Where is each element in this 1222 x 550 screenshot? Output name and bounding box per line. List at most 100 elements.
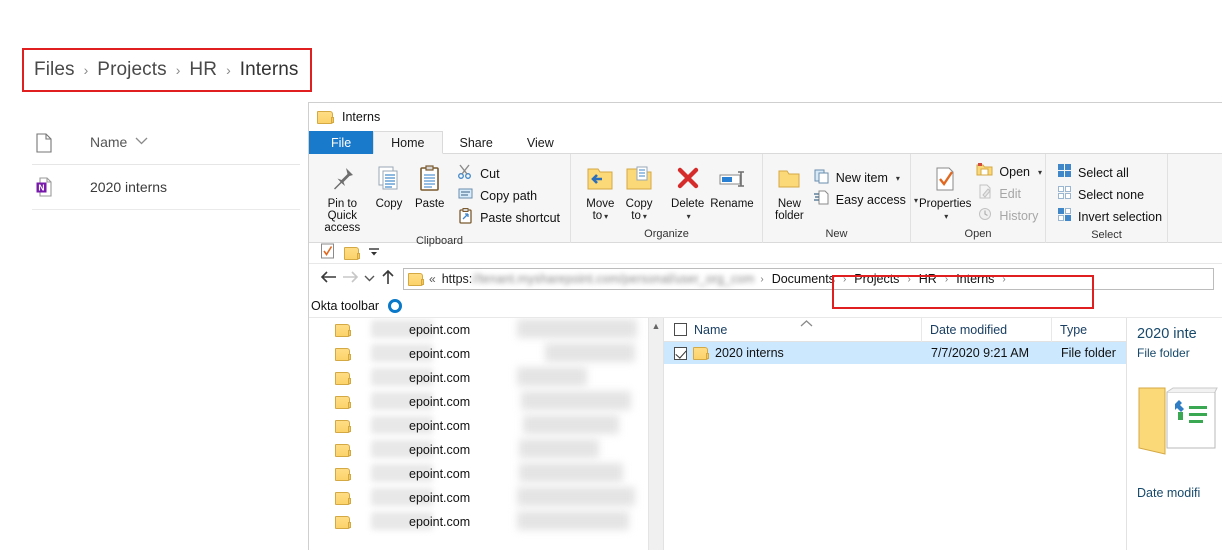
blurred-text <box>523 415 619 434</box>
copy-to-button[interactable]: Copy to ▾ <box>620 160 659 223</box>
recent-locations-button[interactable] <box>361 274 377 285</box>
sharepoint-list-header: Name <box>32 120 300 165</box>
folder-icon <box>335 371 351 385</box>
sharepoint-list-item[interactable]: N 2020 interns <box>32 165 300 210</box>
breadcrumb-item-interns[interactable]: Interns <box>240 59 299 81</box>
address-bar-row: « https: //tenant.mysharepoint.com/perso… <box>309 264 1222 294</box>
new-folder-icon[interactable] <box>344 246 360 260</box>
address-bar[interactable]: « https: //tenant.mysharepoint.com/perso… <box>403 268 1214 290</box>
up-button[interactable] <box>377 269 399 290</box>
breadcrumb-separator: › <box>226 62 231 78</box>
select-all-button[interactable]: Select all <box>1054 162 1165 184</box>
invert-selection-button[interactable]: Invert selection <box>1054 206 1165 228</box>
nav-item-label: epoint.com <box>409 347 471 361</box>
tab-file[interactable]: File <box>309 131 374 154</box>
nav-item[interactable]: epoint.com <box>309 318 663 342</box>
copy-button[interactable]: Copy <box>369 160 410 210</box>
table-row[interactable]: 2020 interns 7/7/2020 9:21 AM File folde… <box>664 342 1126 364</box>
move-to-button[interactable]: Move to ▾ <box>581 160 620 223</box>
nav-item[interactable]: epoint.com <box>309 342 663 366</box>
ribbon-tabstrip: File Home Share View <box>309 131 1222 154</box>
breadcrumb-item-hr[interactable]: HR <box>189 59 217 81</box>
copy-to-icon <box>624 162 654 196</box>
okta-circle-icon[interactable] <box>388 298 403 313</box>
address-crumb-interns[interactable]: Interns <box>954 272 996 286</box>
tab-share[interactable]: Share <box>443 131 510 154</box>
paste-label: Paste <box>415 198 445 210</box>
select-none-icon <box>1057 185 1072 205</box>
chevron-down-icon[interactable]: ▾ <box>944 212 948 221</box>
tab-view[interactable]: View <box>510 131 571 154</box>
nav-item[interactable]: epoint.com <box>309 438 663 462</box>
folder-icon <box>335 515 351 529</box>
nav-item[interactable]: epoint.com <box>309 366 663 390</box>
address-crumb-projects[interactable]: Projects <box>852 272 901 286</box>
ribbon-group-organize: Move to ▾ Copy to ▾ Delete ▾ Rename Orga… <box>571 154 763 243</box>
blurred-text <box>517 511 629 530</box>
paste-button[interactable]: Paste <box>409 160 450 210</box>
select-all-label: Select all <box>1078 166 1129 180</box>
properties-icon <box>932 162 958 196</box>
new-item-button[interactable]: New item ▾ <box>810 167 921 189</box>
delete-label: Delete ▾ <box>671 198 705 221</box>
chevron-down-icon[interactable]: ▾ <box>896 174 900 183</box>
edit-label: Edit <box>999 187 1021 201</box>
details-pane: 2020 inte File folder Date modifi <box>1126 318 1222 550</box>
nav-item[interactable]: epoint.com <box>309 462 663 486</box>
paste-shortcut-button[interactable]: Paste shortcut <box>454 207 563 229</box>
path-overflow-icon[interactable]: « <box>429 272 436 286</box>
window-title-bar: Interns <box>309 103 1222 131</box>
nav-item[interactable]: epoint.com <box>309 414 663 438</box>
column-header-date-modified[interactable]: Date modified <box>922 317 1052 342</box>
properties-button[interactable]: Properties ▾ <box>919 160 971 223</box>
breadcrumb-item-files[interactable]: Files <box>34 59 75 81</box>
cell-type: File folder <box>1061 346 1116 360</box>
folder-icon <box>335 467 351 481</box>
delete-button[interactable]: Delete ▾ <box>666 160 708 223</box>
file-list: Name Date modified Type 2020 interns 7/7… <box>664 317 1126 550</box>
pin-to-quick-access-button[interactable]: Pin to Quick access <box>316 160 369 234</box>
nav-item[interactable]: epoint.com <box>309 390 663 414</box>
navigation-pane-scrollbar[interactable]: ▲ <box>648 318 663 550</box>
breadcrumb-item-projects[interactable]: Projects <box>97 59 166 81</box>
open-folder-icon <box>1137 382 1222 465</box>
chevron-down-icon[interactable]: ▾ <box>643 212 647 221</box>
open-button[interactable]: Open ▾ <box>973 161 1045 183</box>
blurred-text <box>517 487 635 506</box>
folder-icon <box>335 323 351 337</box>
address-crumb-documents[interactable]: Documents <box>770 272 837 286</box>
chevron-down-icon[interactable]: ▾ <box>687 212 691 221</box>
nav-item[interactable]: epoint.com <box>309 486 663 510</box>
breadcrumb-separator-trailing[interactable]: › <box>1002 274 1005 285</box>
chevron-down-icon[interactable]: ▾ <box>604 212 608 221</box>
copy-path-button[interactable]: Copy path <box>454 185 563 207</box>
column-header-name[interactable]: Name <box>664 317 922 342</box>
select-all-checkbox[interactable] <box>674 323 687 336</box>
select-none-button[interactable]: Select none <box>1054 184 1165 206</box>
location-folder-icon <box>408 272 424 286</box>
chevron-down-icon[interactable] <box>135 136 148 148</box>
address-url-blurred: //tenant.mysharepoint.com/personal/user_… <box>472 272 755 286</box>
easy-access-button[interactable]: Easy access ▾ <box>810 189 921 211</box>
chevron-up-icon[interactable]: ▲ <box>649 318 663 334</box>
delete-icon <box>674 162 702 196</box>
new-folder-button[interactable]: New folder <box>775 160 804 222</box>
cut-button[interactable]: Cut <box>454 163 563 185</box>
sharepoint-file-name[interactable]: 2020 interns <box>90 179 167 195</box>
nav-item[interactable]: epoint.com <box>309 510 663 534</box>
sharepoint-breadcrumb-highlight: Files › Projects › HR › Interns <box>22 48 312 92</box>
easy-access-label: Easy access <box>835 193 906 207</box>
nav-item-label: epoint.com <box>409 395 471 409</box>
chevron-down-icon[interactable]: ▾ <box>1038 168 1042 177</box>
address-crumb-hr[interactable]: HR <box>917 272 939 286</box>
move-to-label: Move to ▾ <box>586 198 615 222</box>
sharepoint-column-name[interactable]: Name <box>90 134 127 150</box>
ribbon-group-label-organize: Organize <box>644 228 689 240</box>
folder-icon <box>335 491 351 505</box>
row-checkbox[interactable] <box>674 346 687 360</box>
column-header-name-label: Name <box>694 322 728 337</box>
rename-button[interactable]: Rename <box>709 160 755 210</box>
tab-home[interactable]: Home <box>373 131 443 154</box>
column-header-type[interactable]: Type <box>1052 318 1126 342</box>
back-button[interactable] <box>317 270 339 289</box>
